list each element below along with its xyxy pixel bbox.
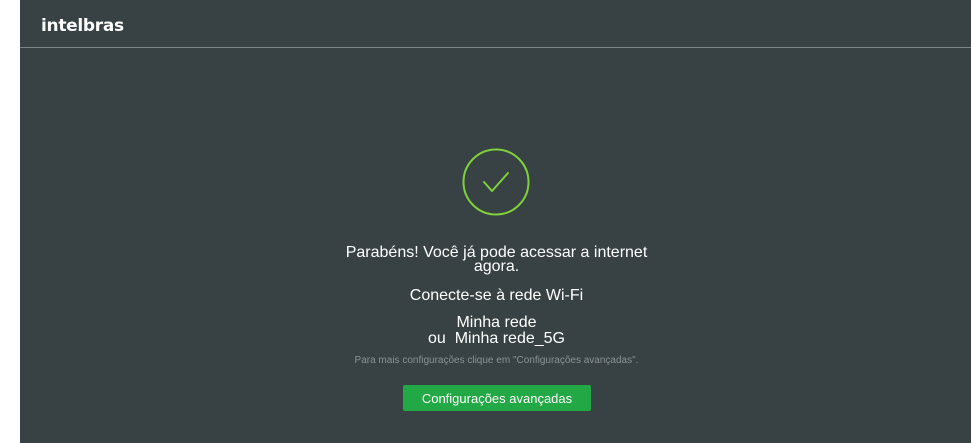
congrats-message: Parabéns! Você já pode acessar a interne… <box>320 245 673 275</box>
advanced-settings-button[interactable]: Configurações avançadas <box>403 385 591 411</box>
checkmark-circle-icon <box>462 148 530 216</box>
network-names: Minha rede ou Minha rede_5G <box>320 315 673 347</box>
intelbras-logo: intelbras <box>41 16 124 36</box>
connect-wifi-text: Conecte-se à rede Wi-Fi <box>409 287 584 304</box>
network-name-5g: ou Minha rede_5G <box>428 330 565 347</box>
app-window: intelbras Parabéns! Você já pode acessar… <box>20 0 971 443</box>
network-name-primary: Minha rede <box>456 314 537 331</box>
top-header: intelbras <box>20 0 971 48</box>
advanced-settings-hint: Para mais configurações clique em "Confi… <box>354 355 639 366</box>
congrats-line-2: agora. <box>473 258 520 275</box>
